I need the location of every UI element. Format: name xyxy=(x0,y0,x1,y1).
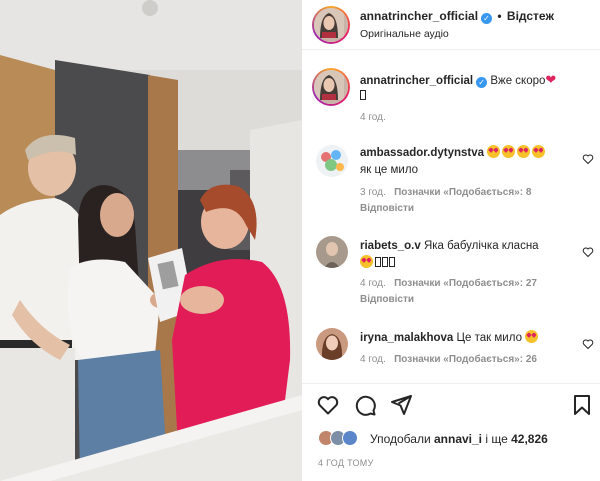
heart-eyes-emoji-icon xyxy=(517,145,531,158)
caption-time[interactable]: 4 год. xyxy=(360,112,386,123)
comment-time[interactable]: 4 год. xyxy=(360,278,386,289)
commenter-avatar-image xyxy=(316,145,348,177)
heart-eyes-emoji-icon xyxy=(360,255,373,268)
red-heart-emoji-icon: ❤ xyxy=(545,72,557,87)
post-details-panel: annatrincher_official ✓ • Відстеж Оригіна… xyxy=(302,0,600,481)
verified-badge-icon: ✓ xyxy=(481,13,493,24)
likes-summary: Уподобали annavi_i і ще 42,826 xyxy=(302,424,600,450)
like-comment-heart-icon[interactable] xyxy=(582,153,594,165)
likes-prefix: Уподобали xyxy=(370,432,434,446)
post-timestamp[interactable]: 4 ГОД ТОМУ xyxy=(318,458,374,468)
verified-badge-icon: ✓ xyxy=(476,77,488,88)
caption-avatar[interactable] xyxy=(312,68,350,106)
comment-meta: 4 год. Позначки «Подобається»: 27 xyxy=(360,278,537,289)
post-header: annatrincher_official ✓ • Відстеж Оригіна… xyxy=(302,0,600,50)
unsupported-emoji-icon xyxy=(382,257,388,267)
comment-time[interactable]: 4 год. xyxy=(360,354,386,365)
comment-time[interactable]: 3 год. xyxy=(360,187,386,198)
unsupported-emoji-icon xyxy=(360,90,366,100)
heart-eyes-emoji-icon xyxy=(525,330,539,343)
comment-text: ambassador.dytynstva як це мило xyxy=(360,145,570,179)
follow-button[interactable]: Відстеж xyxy=(507,9,554,23)
caption-avatar-image xyxy=(314,70,344,100)
reply-button[interactable]: Відповісти xyxy=(360,203,414,214)
comment-likes-count[interactable]: Позначки «Подобається»: 8 xyxy=(394,187,531,198)
heart-eyes-emoji-icon xyxy=(532,145,546,158)
reply-button[interactable]: Відповісти xyxy=(360,294,414,305)
comment-text: iryna_malakhova Це так мило xyxy=(360,330,570,347)
separator-dot: • xyxy=(497,9,502,23)
comment-likes-count[interactable]: Позначки «Подобається»: 26 xyxy=(394,354,537,365)
likes-count[interactable]: 42,826 xyxy=(511,432,548,446)
heart-eyes-emoji-icon xyxy=(502,145,516,158)
commenter-avatar-image xyxy=(316,236,348,268)
heart-eyes-emoji-icon xyxy=(487,145,501,158)
like-comment-heart-icon[interactable] xyxy=(582,246,594,258)
author-avatar-image xyxy=(314,8,344,38)
comment-username[interactable]: iryna_malakhova xyxy=(360,332,453,344)
comment-body: Це так мило xyxy=(456,332,522,344)
likes-middle: і ще xyxy=(482,432,512,446)
audio-link[interactable]: Оригінальне аудіо xyxy=(360,28,449,40)
unsupported-emoji-icon xyxy=(375,257,381,267)
comment-username[interactable]: riabets_o.v xyxy=(360,240,421,252)
caption-text: Вже скоро xyxy=(490,75,546,87)
comment-bubble-icon[interactable] xyxy=(353,393,377,417)
caption-text-block: annatrincher_official ✓ Вже скоро❤ xyxy=(360,72,590,104)
commenter-avatar[interactable] xyxy=(316,236,348,268)
comment-body: як це мило xyxy=(360,164,419,176)
caption-username[interactable]: annatrincher_official xyxy=(360,75,473,87)
author-avatar[interactable] xyxy=(312,6,350,44)
like-comment-heart-icon[interactable] xyxy=(582,338,594,350)
like-heart-icon[interactable] xyxy=(316,393,340,417)
liker-avatar[interactable] xyxy=(342,430,358,446)
commenter-avatar-image xyxy=(316,328,348,360)
commenter-avatar[interactable] xyxy=(316,145,348,177)
comment-username[interactable]: ambassador.dytynstva xyxy=(360,147,484,159)
comment-body: Яка бабулічка класна xyxy=(423,240,539,252)
save-bookmark-icon[interactable] xyxy=(570,393,594,417)
likes-text: Уподобали annavi_i і ще 42,826 xyxy=(370,432,548,446)
header-line: annatrincher_official ✓ • Відстеж xyxy=(360,9,554,24)
commenter-avatar[interactable] xyxy=(316,328,348,360)
post-media[interactable] xyxy=(0,0,302,481)
post-action-bar xyxy=(302,383,600,423)
unsupported-emoji-icon xyxy=(389,257,395,267)
comment-likes-count[interactable]: Позначки «Подобається»: 27 xyxy=(394,278,537,289)
comment-meta: 3 год. Позначки «Подобається»: 8 xyxy=(360,187,531,198)
video-frame-image xyxy=(0,0,302,481)
comment-meta: 4 год. Позначки «Подобається»: 26 xyxy=(360,354,537,365)
comment-text: riabets_o.v Яка бабулічка класна xyxy=(360,238,570,272)
share-send-icon[interactable] xyxy=(389,393,413,417)
liker-username[interactable]: annavi_i xyxy=(434,432,482,446)
header-username[interactable]: annatrincher_official xyxy=(360,9,478,23)
